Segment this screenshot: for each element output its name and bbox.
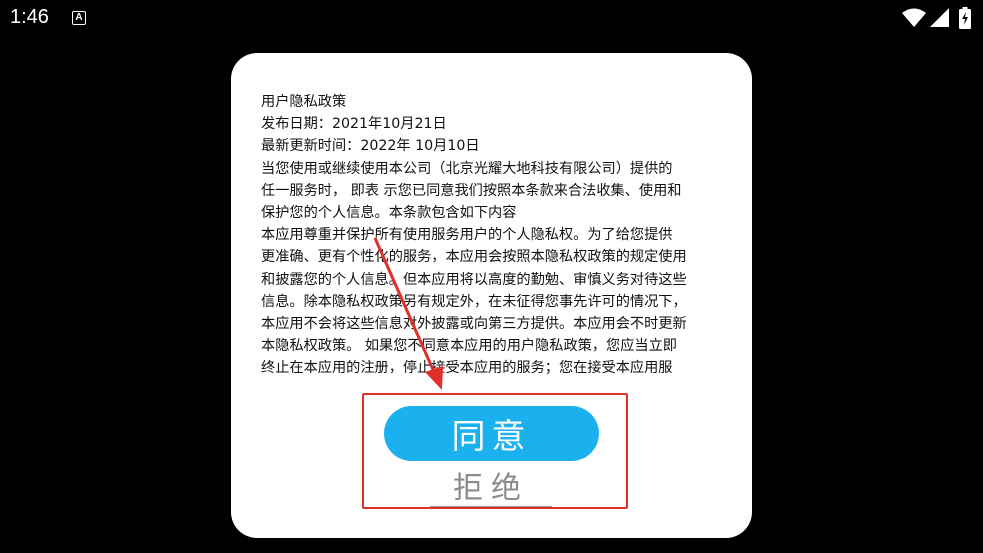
policy-line: 本隐私权政策。 如果您不同意本应用的用户隐私政策，您应当立即: [261, 338, 677, 355]
battery-charging-icon: [959, 7, 971, 29]
policy-line: 最新更新时间：2022年 10月10日: [261, 138, 480, 155]
policy-line: 发布日期：2021年10月21日: [261, 116, 447, 133]
policy-line: 当您使用或继续使用本公司（北京光耀大地科技有限公司）提供的: [261, 160, 673, 177]
policy-line: 用户隐私政策: [261, 94, 347, 110]
policy-line: 保护您的个人信息。本条款包含如下内容: [261, 205, 517, 222]
status-clock: 1:46: [10, 6, 49, 28]
policy-line: 本应用不会将这些信息对外披露或向第三方提供。本应用会不时更新: [261, 316, 687, 333]
privacy-policy-text[interactable]: 用户隐私政策 发布日期：2021年10月21日 最新更新时间：2022年 10月…: [261, 91, 723, 391]
policy-line: 更准确、更有个性化的服务，本应用会按照本隐私权政策的规定使用: [261, 249, 687, 266]
policy-line: 终止在本应用的注册，停止接受本应用的服务；您在接受本应用服: [261, 360, 673, 377]
agree-button[interactable]: 同意: [384, 406, 599, 461]
notification-a-icon: A: [72, 11, 86, 25]
policy-line: 信息。除本隐私权政策另有规定外，在未征得您事先许可的情况下，: [261, 293, 687, 310]
policy-line: 本应用尊重并保护所有使用服务用户的个人隐私权。为了给您提供: [261, 227, 673, 244]
policy-line: 任一服务时， 即表 示您已同意我们按照本条款来合法收集、使用和: [261, 182, 682, 199]
wifi-icon: [902, 8, 926, 27]
status-bar: 1:46 A: [0, 0, 983, 38]
policy-line: 和披露您的个人信息。但本应用将以高度的勤勉、审慎义务对待这些: [261, 271, 687, 288]
decline-button[interactable]: 拒绝: [430, 464, 552, 508]
signal-icon: [930, 8, 949, 27]
